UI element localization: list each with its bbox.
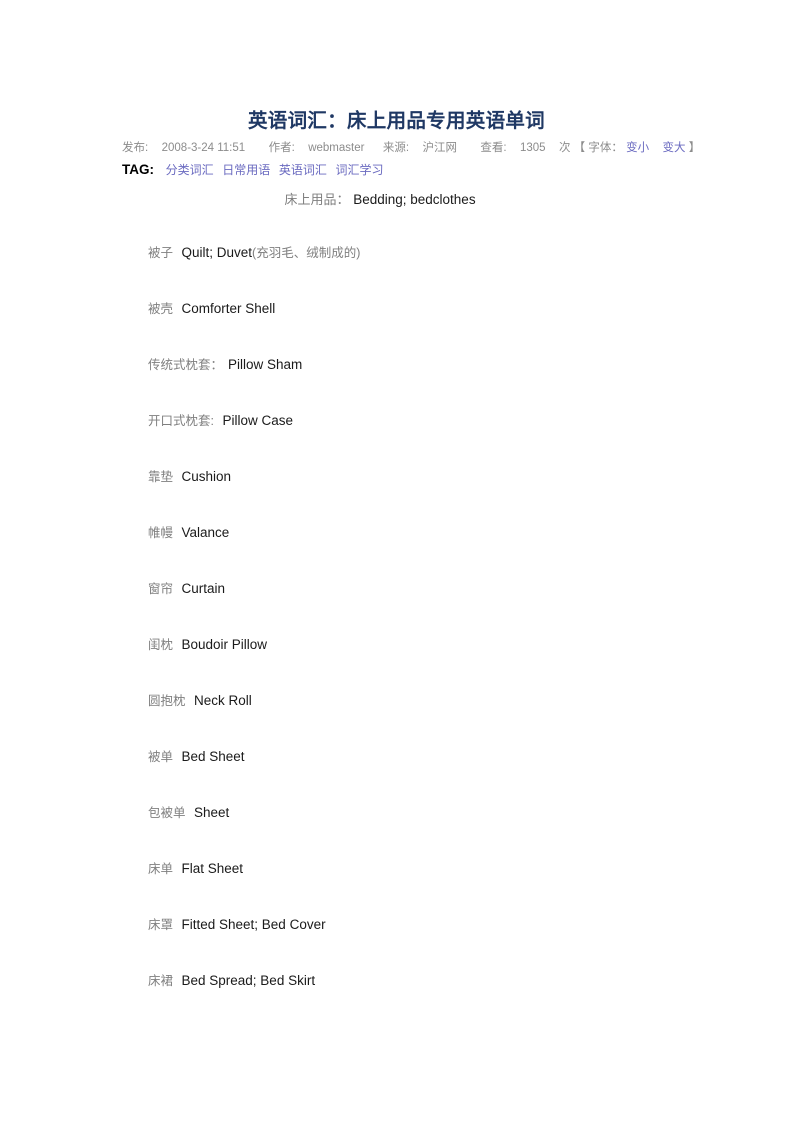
list-item: 被单 Bed Sheet [148, 749, 708, 805]
term-chinese: 床单 [148, 862, 174, 876]
bracket-open: 【 [573, 142, 586, 154]
list-item: 帷幔 Valance [148, 525, 708, 581]
page-title: 英语词汇：床上用品专用英语单词 [247, 110, 545, 132]
section-subtitle: 床上用品： Bedding; bedclothes [0, 189, 760, 208]
term-english: Sheet [194, 805, 230, 820]
publish-label: 发布: [122, 142, 149, 154]
views-count: 1305 [519, 142, 546, 154]
term-separator: : [210, 414, 218, 428]
vocabulary-list: 被子 Quilt; Duvet(充羽毛、绒制成的) 被壳 Comforter S… [148, 245, 708, 1029]
publish-date: 2008-3-24 11:51 [161, 142, 246, 154]
term-separator: ： [210, 358, 224, 372]
term-english: Curtain [181, 581, 226, 596]
term-separator [173, 246, 176, 260]
term-chinese: 圆抱枕 [148, 694, 186, 708]
term-chinese: 靠垫 [148, 470, 174, 484]
tag-link-1[interactable]: 日常用语 [222, 163, 270, 177]
list-item: 床裙 Bed Spread; Bed Skirt [148, 973, 708, 1029]
tag-bar: TAG: 分类词汇 日常用语 英语词汇 词汇学习 [122, 161, 682, 178]
term-english: Fitted Sheet; Bed Cover [181, 917, 326, 932]
tag-label: TAG: [122, 162, 154, 177]
term-english: Bed Sheet [181, 749, 245, 764]
term-chinese: 帷幔 [148, 526, 174, 540]
term-note: (充羽毛、绒制成的) [252, 246, 361, 260]
term-separator [173, 526, 176, 540]
source-label: 来源: [382, 142, 410, 154]
list-item: 床单 Flat Sheet [148, 861, 708, 917]
list-item: 开口式枕套: Pillow Case [148, 413, 708, 469]
term-chinese: 传统式枕套 [148, 358, 211, 372]
term-chinese: 床罩 [148, 918, 174, 932]
term-english: Boudoir Pillow [181, 637, 268, 652]
font-size-label: 字体： [588, 142, 623, 154]
views-label: 查看: [480, 142, 507, 154]
author-label: 作者: [268, 142, 295, 154]
term-chinese: 床裙 [148, 974, 174, 988]
views-unit: 次 [558, 142, 571, 154]
list-item: 靠垫 Cushion [148, 469, 708, 525]
term-english: Bed Spread; Bed Skirt [181, 973, 316, 988]
list-item: 包被单 Sheet [148, 805, 708, 861]
list-item: 圆抱枕 Neck Roll [148, 693, 708, 749]
term-chinese: 被子 [148, 246, 174, 260]
term-chinese: 开口式枕套 [148, 414, 211, 428]
term-separator [173, 974, 176, 988]
bracket-close: 】 [688, 142, 701, 154]
subtitle-english: Bedding; bedclothes [353, 192, 476, 207]
term-chinese: 窗帘 [148, 582, 174, 596]
term-english: Valance [181, 525, 230, 540]
term-english: Comforter Shell [181, 301, 276, 316]
font-smaller-link[interactable]: 变小 [626, 142, 649, 154]
term-chinese: 被壳 [148, 302, 174, 316]
term-english: Neck Roll [194, 693, 252, 708]
subtitle-chinese: 床上用品： [284, 192, 350, 207]
tag-link-3[interactable]: 词汇学习 [336, 163, 384, 177]
font-larger-link[interactable]: 变大 [662, 142, 685, 154]
article-meta: 发布: 2008-3-24 11:51 作者: webmaster 来源: 沪江… [122, 139, 700, 155]
list-item: 闺枕 Boudoir Pillow [148, 637, 708, 693]
term-english: Pillow Case [222, 413, 293, 428]
term-separator [173, 750, 176, 764]
term-separator [186, 806, 189, 820]
term-english: Cushion [181, 469, 232, 484]
list-item: 床罩 Fitted Sheet; Bed Cover [148, 917, 708, 973]
list-item: 传统式枕套： Pillow Sham [148, 357, 708, 413]
tag-link-0[interactable]: 分类词汇 [166, 163, 214, 177]
tag-link-2[interactable]: 英语词汇 [279, 163, 327, 177]
term-separator [186, 694, 189, 708]
term-separator [173, 582, 176, 596]
term-separator [173, 302, 176, 316]
list-item: 被壳 Comforter Shell [148, 301, 708, 357]
term-separator [173, 918, 176, 932]
list-item: 被子 Quilt; Duvet(充羽毛、绒制成的) [148, 245, 708, 301]
term-chinese: 包被单 [148, 806, 186, 820]
author-name: webmaster [308, 142, 365, 154]
term-separator [173, 638, 176, 652]
article-page: 英语词汇：床上用品专用英语单词 发布: 2008-3-24 11:51 作者: … [0, 0, 793, 1122]
term-english: Pillow Sham [228, 357, 303, 372]
term-english: Flat Sheet [181, 861, 244, 876]
list-item: 窗帘 Curtain [148, 581, 708, 637]
term-separator [173, 470, 176, 484]
term-chinese: 被单 [148, 750, 174, 764]
source-name: 沪江网 [422, 142, 457, 154]
term-chinese: 闺枕 [148, 638, 174, 652]
term-english: Quilt; Duvet [181, 245, 253, 260]
term-separator [173, 862, 176, 876]
